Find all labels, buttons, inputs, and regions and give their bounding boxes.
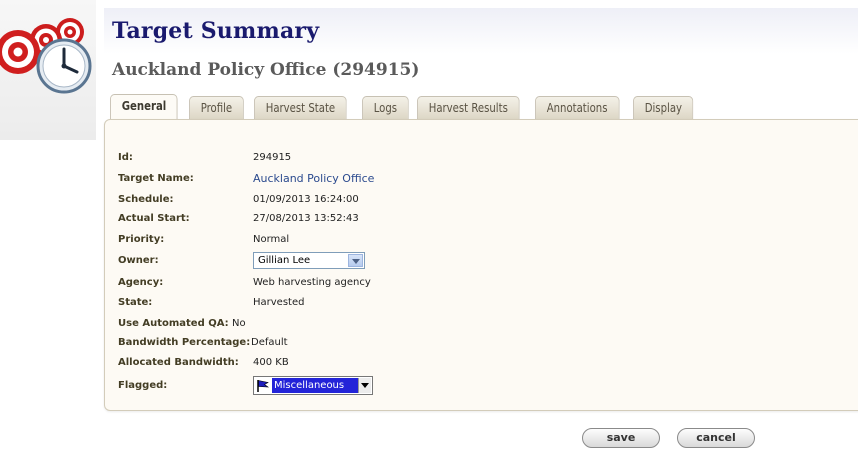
tab-harvest-results[interactable]: Harvest Results: [417, 96, 521, 119]
chevron-down-icon[interactable]: [358, 378, 371, 393]
owner-label: Owner:: [118, 255, 159, 266]
actual-start-value: 27/08/2013 13:52:43: [253, 213, 359, 224]
chevron-down-icon[interactable]: [348, 254, 363, 267]
state-value: Harvested: [253, 297, 305, 308]
page-subtitle: Auckland Policy Office (294915): [112, 60, 420, 80]
tab-profile[interactable]: Profile: [189, 96, 245, 119]
tab-bar: General Profile Harvest State Logs Harve…: [110, 94, 704, 120]
id-label: Id:: [118, 152, 133, 163]
priority-value: Normal: [253, 234, 290, 245]
owner-select-value: Gillian Lee: [258, 255, 311, 266]
targets-clock-logo-icon: [0, 18, 92, 94]
schedule-value: 01/09/2013 16:24:00: [253, 194, 359, 205]
save-button[interactable]: save: [582, 428, 660, 448]
priority-label: Priority:: [118, 234, 165, 245]
tab-display[interactable]: Display: [632, 96, 694, 119]
bandwidth-percentage-value: Default: [251, 337, 288, 348]
tab-annotations[interactable]: Annotations: [535, 96, 620, 119]
owner-select[interactable]: Gillian Lee: [253, 252, 365, 269]
allocated-bandwidth-value: 400 KB: [253, 357, 289, 368]
agency-label: Agency:: [118, 277, 164, 288]
use-automated-qa-label: Use Automated QA:: [118, 318, 229, 329]
agency-value: Web harvesting agency: [253, 277, 371, 288]
page-title: Target Summary: [112, 18, 320, 44]
blue-flag-icon: [257, 380, 270, 392]
schedule-label: Schedule:: [118, 194, 174, 205]
flagged-label: Flagged:: [118, 380, 168, 391]
allocated-bandwidth-label: Allocated Bandwidth:: [118, 357, 239, 368]
flagged-select-value: Miscellaneous: [272, 378, 358, 393]
bandwidth-percentage-label: Bandwidth Percentage:: [118, 337, 251, 348]
tab-general[interactable]: General: [110, 94, 178, 119]
flagged-select[interactable]: Miscellaneous: [253, 376, 373, 395]
target-name-label: Target Name:: [118, 173, 194, 184]
tab-harvest-state[interactable]: Harvest State: [254, 96, 348, 119]
cancel-button[interactable]: cancel: [677, 428, 755, 448]
tab-logs[interactable]: Logs: [361, 96, 409, 119]
target-name-value: Auckland Policy Office: [253, 172, 375, 185]
state-label: State:: [118, 297, 153, 308]
actual-start-label: Actual Start:: [118, 213, 190, 224]
id-value: 294915: [253, 152, 292, 163]
use-automated-qa-value: No: [232, 318, 246, 329]
